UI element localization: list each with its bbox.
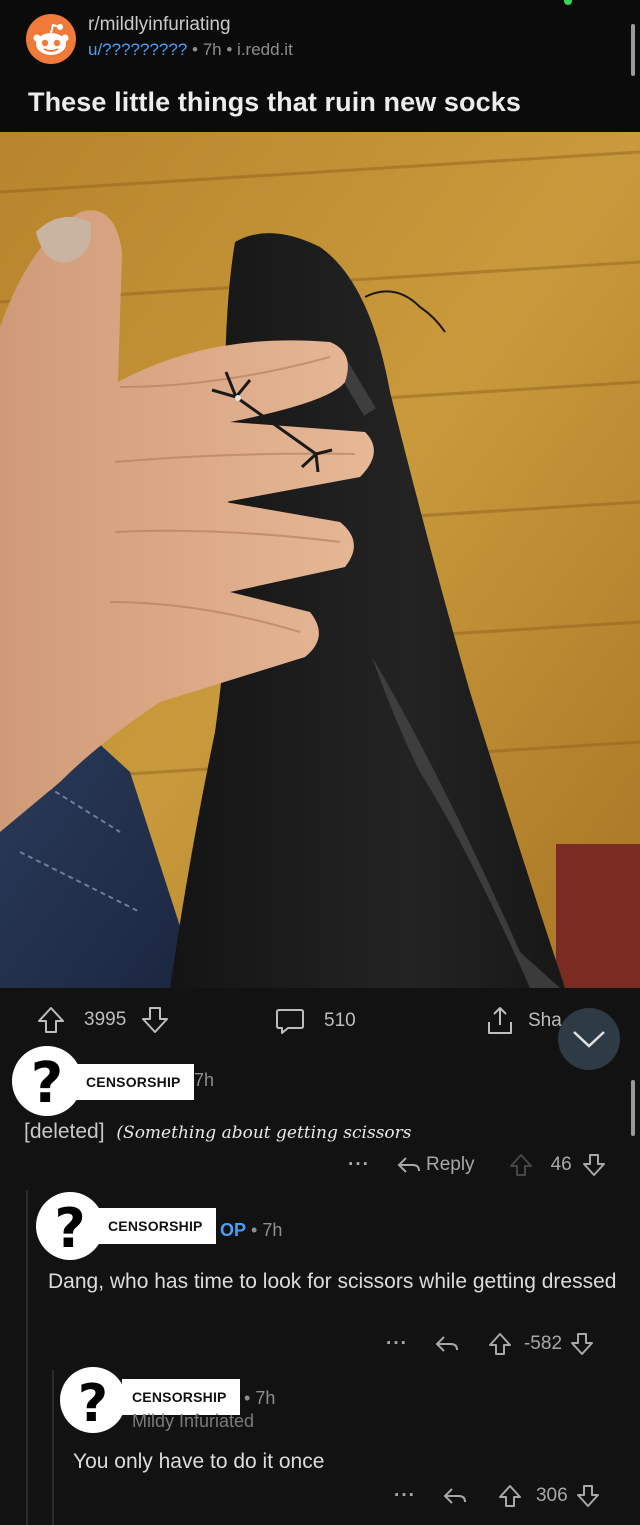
post-action-bar: 3995 510 Sha	[0, 988, 640, 1050]
more-options-button[interactable]: ···	[386, 1333, 408, 1355]
meta-separator: •	[251, 1220, 263, 1240]
svg-text:?: ?	[54, 1197, 85, 1260]
comment-score: 306	[535, 1485, 568, 1506]
arrow-down-icon[interactable]	[570, 1332, 594, 1356]
arrow-up-icon[interactable]	[498, 1484, 522, 1508]
share-icon	[488, 1007, 512, 1034]
post-title: These little things that ruin new socks	[28, 87, 521, 117]
censor-label: CENSORSHIP	[76, 1064, 194, 1100]
post-domain[interactable]: i.redd.it	[237, 40, 293, 59]
status-indicator	[564, 0, 572, 5]
more-options-button[interactable]: ···	[348, 1154, 370, 1176]
question-mark-icon: ?	[54, 1197, 85, 1260]
svg-text:?: ?	[31, 1051, 63, 1116]
share-label: Sha	[528, 1010, 562, 1031]
arrow-down-icon[interactable]	[582, 1153, 606, 1177]
op-badge: OP	[220, 1220, 247, 1240]
meta-separator: •	[244, 1388, 256, 1408]
arrow-down-icon[interactable]	[140, 1005, 170, 1035]
censor-label: CENSORSHIP	[122, 1379, 240, 1415]
comment-score: -582	[523, 1333, 563, 1354]
comments-button[interactable]: 510	[274, 1005, 356, 1037]
post-meta: u/????????? • 7h • i.redd.it	[88, 40, 293, 60]
meta-separator: •	[192, 40, 203, 59]
comment-age: 7h	[262, 1220, 283, 1240]
speech-bubble-icon	[276, 1009, 304, 1034]
vote-group: 3995	[36, 1005, 170, 1035]
avatar: ?	[60, 1367, 126, 1434]
chevron-down-icon	[573, 1031, 605, 1048]
scrollbar[interactable]	[631, 1080, 635, 1136]
comment-age: 7h	[255, 1388, 276, 1408]
reply-arrow-icon[interactable]	[442, 1484, 468, 1508]
comment-actions: ··· Reply 46	[348, 1153, 606, 1177]
comment-body: You only have to do it once	[73, 1450, 325, 1473]
collapse-button[interactable]	[558, 1008, 620, 1070]
user-flair: Mildy Infuriated	[132, 1411, 255, 1431]
comment-meta: OP • 7h	[220, 1220, 282, 1241]
comment-score: 46	[550, 1154, 572, 1175]
meta-separator: •	[226, 40, 238, 59]
svg-text:?: ?	[78, 1374, 108, 1433]
post-age: 7h	[202, 40, 222, 59]
subreddit-name[interactable]: r/mildlyinfuriating	[88, 14, 231, 36]
arrow-down-icon[interactable]	[576, 1484, 600, 1508]
post-author[interactable]: u/?????????	[88, 40, 187, 59]
reply-arrow-icon[interactable]	[434, 1332, 460, 1356]
reddit-snoo-icon[interactable]	[26, 14, 76, 64]
more-options-button[interactable]: ···	[394, 1485, 416, 1507]
question-mark-icon: ?	[31, 1051, 63, 1116]
comment-actions: ··· -582	[386, 1332, 594, 1356]
arrow-up-icon[interactable]	[509, 1153, 533, 1177]
thread-line[interactable]	[26, 1190, 28, 1525]
avatar: ?	[12, 1046, 82, 1116]
comment-body: [deleted] (Something about getting sciss…	[24, 1118, 412, 1147]
post-image[interactable]	[0, 132, 640, 988]
comment-age: 7h	[194, 1070, 215, 1090]
arrow-up-icon[interactable]	[488, 1332, 512, 1356]
deleted-text: [deleted]	[24, 1120, 105, 1143]
avatar: ?	[36, 1192, 104, 1260]
handwritten-note: (Something about getting scissors	[116, 1123, 412, 1143]
comment-actions: ··· 306	[394, 1484, 600, 1508]
reply-button[interactable]: Reply	[426, 1154, 475, 1176]
question-mark-icon: ?	[78, 1374, 108, 1434]
comment-body: Dang, who has time to look for scissors …	[48, 1270, 617, 1293]
reply-arrow-icon[interactable]	[396, 1153, 422, 1177]
post-header: r/mildlyinfuriating u/????????? • 7h • i…	[0, 0, 640, 132]
upvote-count: 3995	[84, 1009, 127, 1030]
censor-label: CENSORSHIP	[98, 1208, 216, 1244]
comment-count: 510	[324, 1010, 356, 1031]
share-button[interactable]: Sha	[484, 1005, 562, 1037]
thread-line[interactable]	[52, 1370, 54, 1525]
comment-meta: • 7h	[244, 1388, 275, 1409]
scrollbar[interactable]	[631, 24, 635, 76]
arrow-up-icon[interactable]	[36, 1005, 66, 1035]
